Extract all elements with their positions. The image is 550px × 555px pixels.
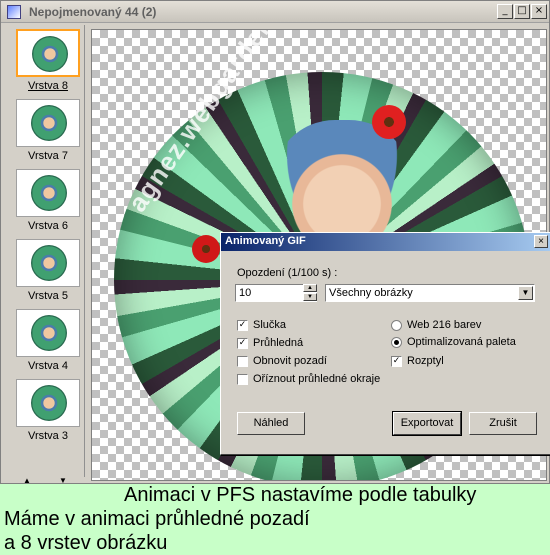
scroll-down-icon[interactable]: ▼ — [55, 477, 71, 485]
spin-up-icon[interactable]: ▲ — [303, 284, 317, 292]
layer-item[interactable]: Vrstva 6 — [15, 169, 81, 232]
layer-label: Vrstva 8 — [28, 80, 68, 92]
window-title: Nepojmenovaný 44 (2) — [29, 5, 157, 19]
layer-label: Vrstva 5 — [28, 290, 68, 302]
minimize-button[interactable]: _ — [497, 4, 513, 19]
transparent-checkbox[interactable]: ✓ — [237, 338, 248, 349]
close-button[interactable]: × — [531, 4, 547, 19]
layer-item[interactable]: Vrstva 4 — [15, 309, 81, 372]
transparent-label: Průhledná — [253, 337, 304, 349]
loop-label: Slučka — [253, 319, 287, 331]
layer-item[interactable]: Vrstva 7 — [15, 99, 81, 162]
flower-decoration — [192, 235, 220, 263]
animated-gif-dialog: Animovaný GIF × Opozdení (1/100 s) : 10 … — [220, 232, 550, 455]
flower-decoration — [372, 105, 406, 139]
spin-down-icon[interactable]: ▼ — [303, 293, 317, 301]
caption-line-2: Máme v animaci průhledné pozadí — [4, 508, 310, 530]
layer-label: Vrstva 3 — [28, 430, 68, 442]
editor-window: Nepojmenovaný 44 (2) _ □ × Vrstva 8 Vrst… — [0, 0, 550, 485]
layer-thumbnail — [16, 169, 80, 217]
caption-line-1: Animaci v PFS nastavíme podle tabulky — [124, 484, 477, 506]
layer-scroll: ▲ ▼ — [19, 477, 75, 485]
layer-item[interactable]: Vrstva 3 — [15, 379, 81, 442]
dither-checkbox[interactable]: ✓ — [391, 356, 402, 367]
layers-panel: Vrstva 8 Vrstva 7 Vrstva 6 Vrstva 5 Vrst… — [7, 25, 85, 477]
restore-bg-label: Obnovit pozadí — [253, 355, 327, 367]
layer-label: Vrstva 4 — [28, 360, 68, 372]
maximize-button[interactable]: □ — [514, 4, 530, 19]
web216-label: Web 216 barev — [407, 319, 482, 331]
dialog-title: Animovaný GIF — [225, 235, 306, 247]
web216-radio[interactable] — [391, 320, 402, 331]
optimized-palette-label: Optimalizovaná paleta — [407, 336, 516, 348]
delay-label: Opozdení (1/100 s) : — [237, 267, 338, 279]
preview-button[interactable]: Náhled — [237, 412, 305, 435]
dialog-close-button[interactable]: × — [534, 235, 548, 248]
window-titlebar[interactable]: Nepojmenovaný 44 (2) _ □ × — [1, 1, 549, 23]
layer-thumbnail — [16, 99, 80, 147]
optimized-palette-radio[interactable] — [391, 337, 402, 348]
caption-line-3: a 8 vrstev obrázku — [4, 532, 168, 554]
dialog-titlebar[interactable]: Animovaný GIF × — [221, 233, 550, 251]
export-button[interactable]: Exportovat — [392, 411, 462, 436]
layer-thumbnail — [16, 379, 80, 427]
chevron-down-icon[interactable]: ▼ — [518, 286, 533, 300]
crop-transparent-checkbox[interactable] — [237, 374, 248, 385]
restore-bg-checkbox[interactable] — [237, 356, 248, 367]
loop-checkbox[interactable]: ✓ — [237, 320, 248, 331]
layer-thumbnail — [16, 239, 80, 287]
layer-item[interactable]: Vrstva 5 — [15, 239, 81, 302]
frames-select[interactable]: Všechny obrázky — [325, 284, 535, 302]
layer-label: Vrstva 6 — [28, 220, 68, 232]
layer-thumbnail — [16, 309, 80, 357]
cancel-button[interactable]: Zrušit — [469, 412, 537, 435]
layer-item[interactable]: Vrstva 8 — [15, 29, 81, 92]
document-icon — [7, 5, 21, 19]
crop-transparent-label: Oříznout průhledné okraje — [253, 373, 381, 385]
dither-label: Rozptyl — [407, 355, 444, 367]
scroll-up-icon[interactable]: ▲ — [19, 477, 35, 485]
layer-thumbnail — [16, 29, 80, 77]
layer-label: Vrstva 7 — [28, 150, 68, 162]
